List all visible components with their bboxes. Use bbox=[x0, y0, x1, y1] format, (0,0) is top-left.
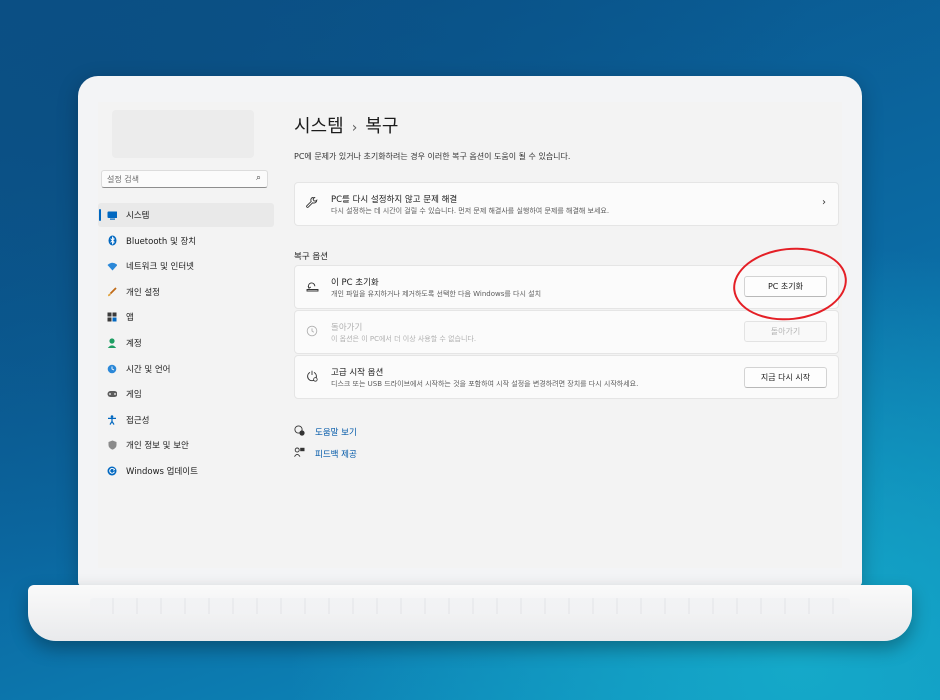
sidebar-item-bluetooth[interactable]: Bluetooth 및 장치 bbox=[98, 229, 274, 253]
reset-pc-description: 개인 파일을 유지하거나 제거하도록 선택한 다음 Windows를 다시 설치 bbox=[331, 290, 542, 298]
sidebar-item-system[interactable]: 시스템 bbox=[98, 203, 274, 227]
recovery-options-heading: 복구 옵션 bbox=[294, 252, 328, 262]
sidebar-item-accessibility[interactable]: 접근성 bbox=[98, 408, 274, 432]
wrench-icon bbox=[306, 196, 318, 212]
breadcrumb-parent[interactable]: 시스템 bbox=[294, 116, 344, 137]
feedback-icon bbox=[294, 447, 306, 461]
sidebar-item-personalization[interactable]: 개인 설정 bbox=[98, 280, 274, 304]
page-title: 시스템 › 복구 bbox=[294, 112, 398, 138]
settings-window: 설정 검색 ⌕ 시스템 Bluetooth 및 장치 네트워크 및 인터넷 개인… bbox=[98, 102, 842, 568]
sidebar-item-label: Windows 업데이트 bbox=[126, 466, 198, 477]
go-back-title: 돌아가기 bbox=[331, 323, 363, 333]
windows-update-icon bbox=[107, 466, 117, 476]
bluetooth-icon bbox=[107, 235, 117, 246]
sidebar-item-privacy-security[interactable]: 개인 정보 및 보안 bbox=[98, 433, 274, 457]
search-icon[interactable]: ⌕ bbox=[256, 173, 261, 183]
globe-clock-icon bbox=[107, 364, 117, 374]
laptop-lid: 설정 검색 ⌕ 시스템 Bluetooth 및 장치 네트워크 및 인터넷 개인… bbox=[78, 76, 862, 586]
sidebar-item-label: Bluetooth 및 장치 bbox=[126, 236, 197, 247]
give-feedback-label[interactable]: 피드백 제공 bbox=[315, 448, 357, 460]
sidebar-item-label: 접근성 bbox=[126, 415, 150, 426]
breadcrumb-separator: › bbox=[351, 120, 358, 136]
get-help-link[interactable]: 도움말 보기 bbox=[294, 421, 357, 443]
get-help-label[interactable]: 도움말 보기 bbox=[315, 426, 357, 438]
history-icon bbox=[306, 325, 318, 340]
troubleshoot-title: PC를 다시 설정하지 않고 문제 해결 bbox=[331, 195, 458, 205]
settings-search-input[interactable]: 설정 검색 ⌕ bbox=[101, 170, 268, 188]
user-account-card[interactable] bbox=[112, 110, 254, 158]
help-icon bbox=[294, 425, 306, 439]
main-content: 시스템 › 복구 PC에 문제가 있거나 초기화하려는 경우 이러한 복구 옵션이 … bbox=[294, 102, 842, 568]
apps-icon bbox=[107, 312, 117, 322]
search-placeholder: 설정 검색 bbox=[107, 175, 139, 184]
restart-now-button[interactable]: 지금 다시 시작 bbox=[744, 367, 827, 388]
advanced-startup-title: 고급 시작 옵션 bbox=[331, 368, 384, 378]
sidebar: 설정 검색 ⌕ 시스템 Bluetooth 및 장치 네트워크 및 인터넷 개인… bbox=[98, 102, 276, 568]
help-links: 도움말 보기 피드백 제공 bbox=[294, 421, 357, 465]
go-back-button: 돌아가기 bbox=[744, 321, 827, 342]
sidebar-item-label: 개인 정보 및 보안 bbox=[126, 441, 189, 452]
sidebar-item-label: 네트워크 및 인터넷 bbox=[126, 262, 194, 273]
troubleshoot-description: 다시 설정하는 데 시간이 걸릴 수 있습니다. 먼저 문제 해결사를 실행하여… bbox=[331, 207, 610, 215]
troubleshoot-card[interactable]: PC를 다시 설정하지 않고 문제 해결 다시 설정하는 데 시간이 걸릴 수 … bbox=[294, 182, 839, 226]
gamepad-icon bbox=[107, 389, 117, 399]
advanced-startup-description: 디스크 또는 USB 드라이브에서 시작하는 것을 포함하여 시작 설정을 변경… bbox=[331, 380, 639, 388]
sidebar-item-label: 앱 bbox=[126, 313, 134, 324]
breadcrumb-current: 복구 bbox=[365, 116, 399, 137]
display-icon bbox=[107, 210, 117, 220]
page-description: PC에 문제가 있거나 초기화하려는 경우 이러한 복구 옵션이 도움이 될 수… bbox=[294, 152, 571, 161]
go-back-description: 이 옵션은 이 PC에서 더 이상 사용할 수 없습니다. bbox=[331, 335, 477, 343]
sidebar-item-label: 개인 설정 bbox=[126, 287, 160, 298]
sidebar-item-network[interactable]: 네트워크 및 인터넷 bbox=[98, 254, 274, 278]
reset-pc-title: 이 PC 초기화 bbox=[331, 278, 379, 288]
sidebar-item-label: 게임 bbox=[126, 390, 142, 401]
sidebar-item-time-language[interactable]: 시간 및 언어 bbox=[98, 357, 274, 381]
brush-icon bbox=[107, 287, 117, 297]
sidebar-item-accounts[interactable]: 계정 bbox=[98, 331, 274, 355]
give-feedback-link[interactable]: 피드백 제공 bbox=[294, 443, 357, 465]
sidebar-item-apps[interactable]: 앱 bbox=[98, 305, 274, 329]
wifi-icon bbox=[107, 261, 117, 271]
laptop-keyboard bbox=[90, 598, 850, 614]
sidebar-item-label: 시간 및 언어 bbox=[126, 364, 171, 375]
shield-icon bbox=[107, 440, 117, 450]
reset-pc-icon bbox=[306, 280, 319, 295]
advanced-startup-card: 고급 시작 옵션 디스크 또는 USB 드라이브에서 시작하는 것을 포함하여 … bbox=[294, 355, 839, 399]
advanced-startup-icon bbox=[306, 370, 318, 385]
sidebar-item-label: 시스템 bbox=[126, 211, 150, 221]
go-back-card: 돌아가기 이 옵션은 이 PC에서 더 이상 사용할 수 없습니다. 돌아가기 bbox=[294, 310, 839, 354]
sidebar-item-windows-update[interactable]: Windows 업데이트 bbox=[98, 459, 274, 483]
sidebar-item-label: 계정 bbox=[126, 338, 142, 349]
chevron-right-icon: › bbox=[822, 197, 826, 208]
accessibility-icon bbox=[107, 415, 117, 425]
sidebar-nav: 시스템 Bluetooth 및 장치 네트워크 및 인터넷 개인 설정 앱 계정… bbox=[98, 203, 274, 485]
sidebar-item-gaming[interactable]: 게임 bbox=[98, 382, 274, 406]
person-icon bbox=[107, 338, 117, 348]
